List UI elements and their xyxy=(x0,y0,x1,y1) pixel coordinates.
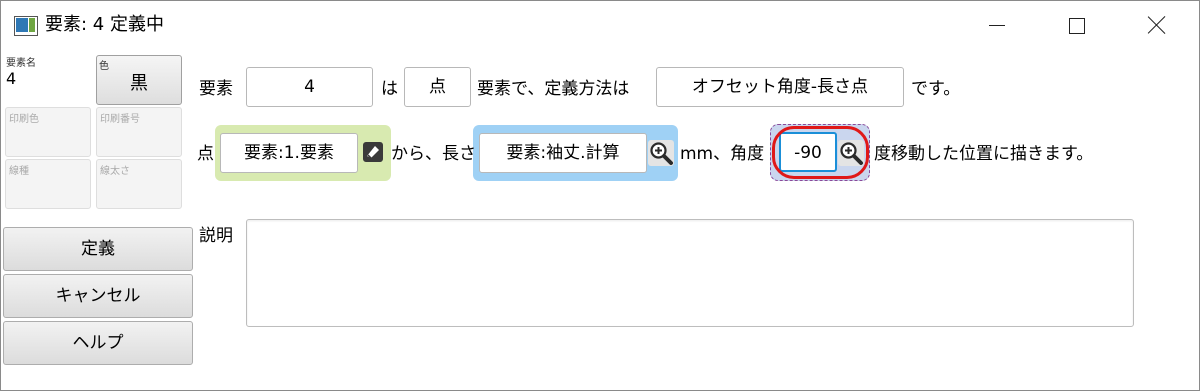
print-number-label: 印刷番号 xyxy=(100,114,140,125)
print-color-label: 印刷色 xyxy=(9,114,39,125)
length-field[interactable]: 要素:袖丈.計算 xyxy=(479,133,647,173)
point-reference-field[interactable]: 要素:1.要素 xyxy=(220,133,358,173)
line-type-field[interactable]: 線種 xyxy=(5,159,91,209)
color-button[interactable]: 色 黒 xyxy=(96,55,182,105)
close-icon xyxy=(1147,15,1167,35)
title-bar: 要素: 4 定義中 xyxy=(1,1,1199,49)
line-width-label: 線太さ xyxy=(100,166,130,177)
maximize-icon xyxy=(1069,18,1085,34)
app-icon xyxy=(14,16,38,36)
maximize-button[interactable] xyxy=(1057,11,1097,41)
desu-label: です。 xyxy=(911,79,961,99)
cancel-button[interactable]: キャンセル xyxy=(3,274,193,318)
element-name-value: 4 xyxy=(6,69,17,88)
definition-method-field[interactable]: オフセット角度-長さ点 xyxy=(656,67,904,107)
minimize-icon xyxy=(989,25,1005,26)
point-label: 点 xyxy=(197,144,214,164)
window-title: 要素: 4 定義中 xyxy=(45,14,164,35)
define-button[interactable]: 定義 xyxy=(3,227,193,271)
color-value: 黒 xyxy=(130,73,148,94)
element-label: 要素 xyxy=(199,79,233,99)
print-color-field[interactable]: 印刷色 xyxy=(5,107,91,157)
help-button[interactable]: ヘルプ xyxy=(3,321,193,365)
line-type-label: 線種 xyxy=(9,166,29,177)
suffix-label: 度移動した位置に描きます。 xyxy=(874,144,1094,164)
close-button[interactable] xyxy=(1137,11,1177,41)
print-number-field[interactable]: 印刷番号 xyxy=(96,107,182,157)
zoom-icon[interactable] xyxy=(648,140,674,166)
angle-highlight-ring xyxy=(772,126,869,179)
element-number-field[interactable]: 4 xyxy=(246,67,373,107)
pick-element-icon[interactable] xyxy=(362,141,384,163)
mm-angle-label: mm、角度 xyxy=(680,144,765,164)
description-textarea[interactable] xyxy=(246,219,1134,327)
wa-label: は xyxy=(381,79,398,99)
dialog-window: 要素: 4 定義中 要素名 4 色 黒 印刷色 印刷番号 線種 線太さ 定義 キ… xyxy=(0,0,1200,391)
description-label: 説明 xyxy=(199,226,233,246)
element-type-field[interactable]: 点 xyxy=(404,67,471,107)
line-width-field[interactable]: 線太さ xyxy=(96,159,182,209)
from-length-label: から、長さ xyxy=(391,144,476,164)
definition-method-label: 要素で、定義方法は xyxy=(477,79,630,99)
minimize-button[interactable] xyxy=(977,11,1017,41)
